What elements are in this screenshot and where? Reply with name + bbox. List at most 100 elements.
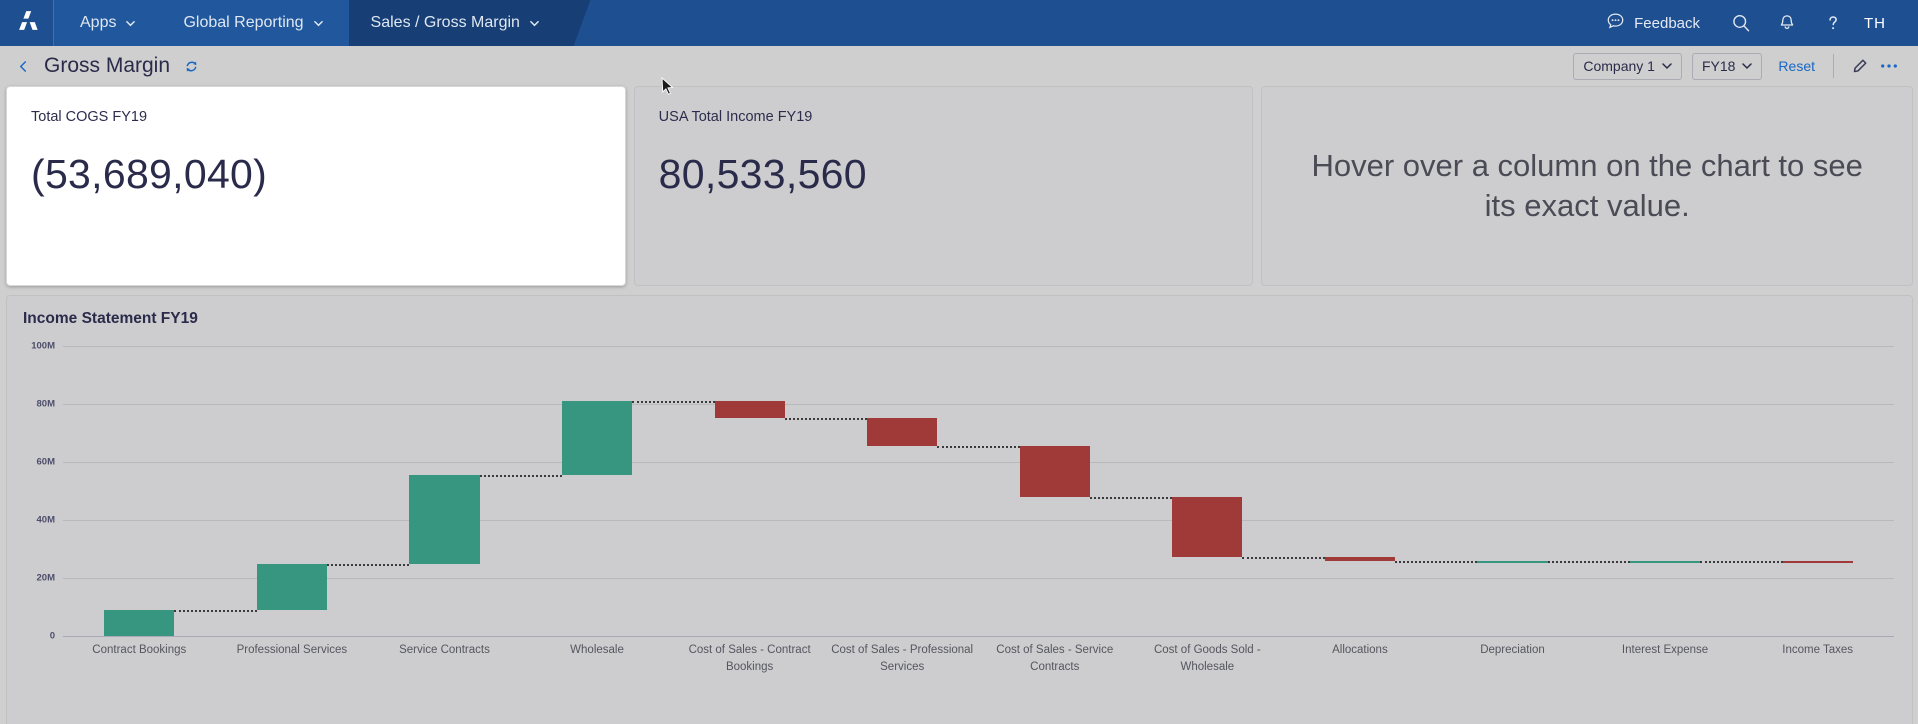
chart-bars <box>63 346 1894 636</box>
chart-bar[interactable] <box>104 610 175 636</box>
anaplan-logo-icon <box>18 11 38 30</box>
nav-item-global-reporting[interactable]: Global Reporting <box>161 0 374 46</box>
nav-spacer <box>564 0 1589 46</box>
chart-y-tick-label: 40M <box>36 514 55 526</box>
chevron-down-icon <box>1742 58 1753 74</box>
search-icon <box>1733 14 1750 32</box>
sync-icon[interactable] <box>184 56 199 72</box>
nav-sales-gross-margin-label: Sales / Gross Margin <box>370 14 520 31</box>
chevron-down-icon <box>1662 58 1672 74</box>
nav-global-reporting-label: Global Reporting <box>183 14 304 31</box>
help-icon <box>1829 16 1837 30</box>
nav-item-apps[interactable]: Apps <box>54 0 187 46</box>
pencil-icon <box>1853 59 1866 72</box>
chart-connector <box>632 401 715 404</box>
user-avatar[interactable]: TH <box>1856 0 1900 46</box>
chart-bar[interactable] <box>256 563 327 611</box>
app-logo[interactable] <box>0 0 54 46</box>
chart-x-tick-label: Depreciation <box>1480 644 1545 656</box>
chart-bar[interactable] <box>714 401 785 418</box>
chart-connector <box>174 610 257 613</box>
chart-x-tick-label: Professional Services <box>236 644 348 656</box>
chart-x-tick-label: Cost of Sales - Professional Services <box>831 644 974 673</box>
chart-connector <box>326 563 410 566</box>
kpi-card-value: (53,689,040) <box>31 151 268 197</box>
chart-hint-card: Hover over a column on the chart to see … <box>1261 86 1914 286</box>
chart-plot-area: 100M 80M 60M 40M 20M 0 Contract Bookings Profe… <box>23 341 1896 724</box>
chart-bar[interactable] <box>409 475 480 564</box>
chart-connector <box>937 445 1020 448</box>
chart-title: Income Statement FY19 <box>23 310 198 327</box>
avatar-initials: TH <box>1864 14 1886 32</box>
kpi-card-label: USA Total Income FY19 <box>658 109 813 125</box>
chart-bar[interactable] <box>867 417 938 446</box>
chart-bar[interactable] <box>1630 561 1701 564</box>
page-title-text: Gross Margin <box>44 54 171 77</box>
chevron-down-icon <box>313 19 323 28</box>
chart-y-tick-label: 20M <box>36 572 55 584</box>
income-statement-chart-panel: Income Statement FY19 100M 80M 60M 40M 20M 0 … <box>6 295 1913 724</box>
chart-connector <box>1700 561 1783 564</box>
chart-connector <box>1089 497 1173 500</box>
kpi-card-label: Total COGS FY19 <box>31 109 148 125</box>
chart-connector <box>1395 561 1478 564</box>
company-filter-label: Company 1 <box>1583 58 1655 74</box>
edit-button[interactable] <box>1844 52 1874 80</box>
kpi-card-row: Total COGS FY19 (53,689,040) USA Total I… <box>0 86 1918 286</box>
feedback-label: Feedback <box>1634 14 1700 32</box>
chart-x-axis-labels: Contract Bookings Professional Services Se… <box>63 642 1894 675</box>
chart-connector <box>1242 556 1325 559</box>
period-filter-label: FY18 <box>1701 58 1736 74</box>
back-button[interactable] <box>10 53 36 79</box>
chart-connector <box>479 475 562 478</box>
top-navigation-bar: Apps Global Reporting Sales / Gross Marg… <box>0 0 1918 46</box>
notifications-button[interactable] <box>1764 0 1810 46</box>
feedback-button[interactable]: Feedback <box>1588 0 1718 46</box>
kpi-card-total-cogs[interactable]: Total COGS FY19 (53,689,040) <box>6 86 626 286</box>
chart-x-tick-label: Interest Expense <box>1621 644 1709 656</box>
chart-x-tick-label: Service Contracts <box>399 644 490 656</box>
help-button[interactable] <box>1810 0 1856 46</box>
chevron-down-icon <box>530 19 539 28</box>
chart-bar[interactable] <box>1477 561 1548 564</box>
chart-hint-text: Hover over a column on the chart to see … <box>1311 148 1863 223</box>
chart-x-tick-label: Cost of Goods Sold - Wholesale <box>1153 644 1261 673</box>
chart-y-tick-label: 100M <box>31 340 55 352</box>
nav-right-actions: Feedback TH <box>1588 0 1918 46</box>
chart-x-tick-label: Allocations <box>1332 644 1388 656</box>
kpi-card-usa-total-income[interactable]: USA Total Income FY19 80,533,560 <box>633 86 1254 286</box>
chart-connector <box>1547 561 1631 564</box>
chart-bar[interactable] <box>1172 497 1243 557</box>
reset-button[interactable]: Reset <box>1778 58 1815 74</box>
chart-x-tick-label: Wholesale <box>570 644 624 656</box>
bell-icon <box>1780 15 1794 30</box>
ellipsis-icon <box>1881 64 1897 68</box>
chevron-left-icon <box>19 60 26 72</box>
chart-bar[interactable] <box>1019 445 1090 498</box>
chart-y-tick-label: 80M <box>36 398 55 410</box>
feedback-icon <box>1606 12 1625 35</box>
nav-item-sales-gross-margin[interactable]: Sales / Gross Margin <box>348 0 591 46</box>
page-title: Gross Margin <box>44 54 199 78</box>
chart-gridline: 0 <box>50 631 1894 642</box>
kpi-card-value: 80,533,560 <box>658 151 867 197</box>
chart-connector <box>784 417 868 420</box>
company-filter-dropdown[interactable]: Company 1 <box>1573 52 1682 80</box>
chart-x-tick-label: Contract Bookings <box>92 644 187 656</box>
chart-y-tick-label: 0 <box>49 630 55 642</box>
chart-bar[interactable] <box>1782 561 1853 564</box>
chart-x-tick-label: Income Taxes <box>1782 644 1854 656</box>
period-filter-dropdown[interactable]: FY18 <box>1691 52 1763 80</box>
chart-y-tick-label: 60M <box>36 456 55 468</box>
search-button[interactable] <box>1718 0 1764 46</box>
more-options-button[interactable] <box>1874 52 1904 80</box>
chart-bar[interactable] <box>561 401 633 476</box>
chart-x-tick-label: Cost of Sales - Service Contracts <box>996 644 1114 673</box>
chart-x-tick-label: Cost of Sales - Contract Bookings <box>688 644 811 673</box>
toolbar-divider <box>1833 54 1834 78</box>
waterfall-plot[interactable]: 100M 80M 60M 40M 20M 0 <box>31 341 1894 642</box>
nav-apps-label: Apps <box>80 14 117 31</box>
chevron-down-icon <box>126 19 136 28</box>
page-toolbar: Gross Margin Company 1 FY18 Reset <box>0 46 1918 86</box>
chart-bar[interactable] <box>1324 556 1396 562</box>
